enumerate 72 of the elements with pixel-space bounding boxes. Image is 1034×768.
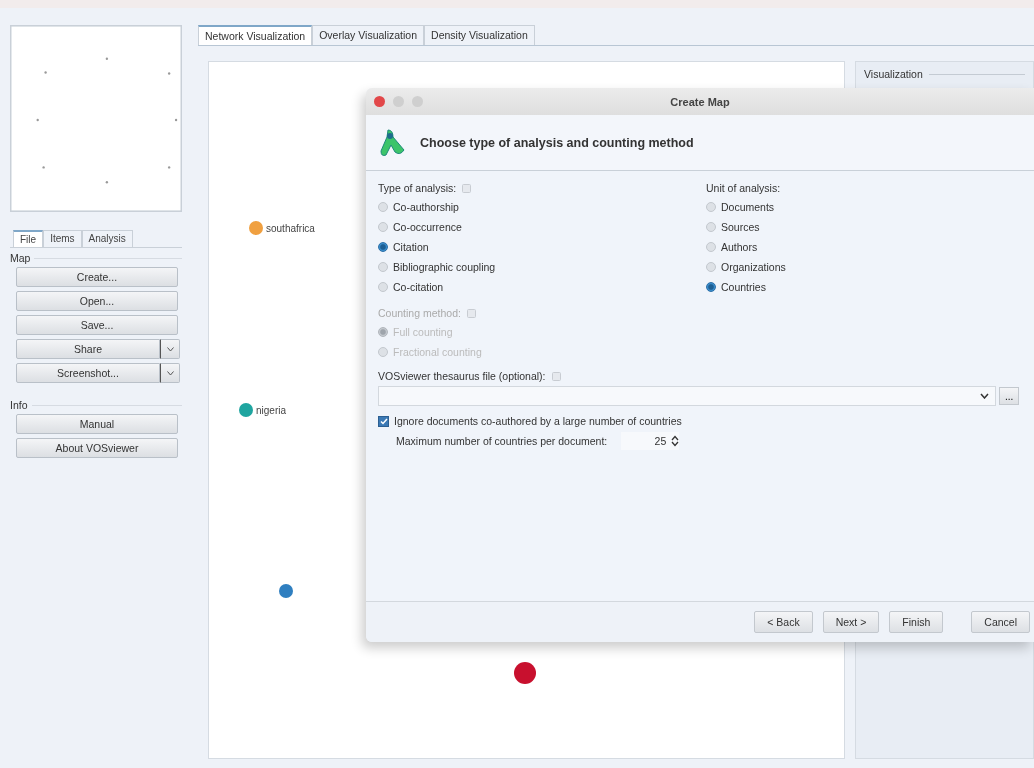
node-label: southafrica	[266, 222, 315, 234]
stepper-icon[interactable]	[671, 435, 680, 447]
dialog-heading: Choose type of analysis and counting method	[420, 135, 694, 150]
radio-button[interactable]	[378, 262, 388, 272]
radio-option[interactable]: Organizations	[706, 257, 1034, 277]
panel-title: Visualization	[864, 68, 923, 80]
help-icon[interactable]	[551, 371, 561, 381]
radio-option[interactable]: Sources	[706, 217, 1034, 237]
wizard-button[interactable]: < Back	[754, 611, 813, 633]
node-dot[interactable]	[249, 221, 263, 235]
radio-option[interactable]: Co-citation	[378, 277, 706, 297]
sidebar-button[interactable]: Save...	[16, 315, 178, 335]
caret-icon	[166, 346, 174, 352]
map-overview[interactable]	[10, 25, 182, 212]
radio-button[interactable]	[378, 282, 388, 292]
network-logo-icon	[378, 127, 406, 158]
radio-option[interactable]: Co-occurrence	[378, 217, 706, 237]
sidebar-button[interactable]: Screenshot...	[16, 363, 160, 383]
radio-option[interactable]: Documents	[706, 197, 1034, 217]
wizard-button[interactable]: Next >	[822, 611, 880, 633]
view-tab[interactable]: Overlay Visualization	[312, 25, 425, 45]
radio-option[interactable]: Co-authorship	[378, 197, 706, 217]
sidebar-button[interactable]: Manual	[16, 414, 178, 434]
radio-button[interactable]	[378, 202, 388, 212]
radio-button[interactable]	[378, 222, 388, 232]
radio-button[interactable]	[706, 282, 716, 292]
sidebar-tab[interactable]: File	[13, 230, 44, 247]
checkbox[interactable]	[378, 415, 389, 427]
radio-option[interactable]: Countries	[706, 277, 1034, 297]
section-title: Info	[10, 399, 28, 411]
sidebar-button[interactable]: Open...	[16, 291, 178, 311]
number-spinner[interactable]: 25	[621, 432, 680, 450]
dropdown-button[interactable]	[160, 363, 180, 383]
radio-option[interactable]: Authors	[706, 237, 1034, 257]
sidebar-tab[interactable]: Items	[43, 230, 82, 247]
sidebar-button[interactable]: Share	[16, 339, 160, 359]
dropdown-button[interactable]	[160, 339, 180, 359]
view-tab[interactable]: Density Visualization	[424, 25, 535, 45]
radio-button[interactable]	[706, 222, 716, 232]
close-icon[interactable]	[374, 96, 385, 107]
radio-option[interactable]: Citation	[378, 237, 706, 257]
radio-button[interactable]	[706, 202, 716, 212]
section-title: Map	[10, 252, 31, 264]
node-dot[interactable]	[239, 403, 253, 417]
browse-button[interactable]: ...	[999, 387, 1020, 405]
wizard-button[interactable]: Finish	[889, 611, 944, 633]
radio-option[interactable]: Bibliographic coupling	[378, 257, 706, 277]
field-label: VOSviewer thesaurus file (optional):	[378, 370, 546, 382]
maximize-icon[interactable]	[412, 96, 423, 107]
group-label: Type of analysis:	[378, 182, 457, 194]
ignore-checkbox-option[interactable]: Ignore documents co-authored by a large number of countries	[378, 415, 1034, 427]
cancel-button[interactable]: Cancel	[971, 611, 1030, 633]
node-dot[interactable]	[514, 662, 536, 684]
help-icon[interactable]	[466, 308, 476, 318]
field-label: Maximum number of countries per document:	[396, 435, 608, 447]
check-icon	[379, 417, 388, 425]
radio-button[interactable]	[706, 242, 716, 252]
node-dot[interactable]	[279, 584, 293, 598]
caret-icon	[166, 370, 174, 376]
radio-button[interactable]	[706, 262, 716, 272]
window-title: Create Map	[670, 95, 730, 108]
sidebar-tab[interactable]: Analysis	[81, 230, 133, 247]
chevron-icon[interactable]	[980, 393, 989, 399]
sidebar-button[interactable]: About VOSviewer	[16, 438, 178, 458]
view-tab[interactable]: Network Visualization	[198, 25, 313, 45]
sidebar-button[interactable]: Create...	[16, 267, 178, 287]
help-icon[interactable]	[462, 183, 472, 193]
radio-button[interactable]	[378, 242, 388, 252]
group-label: Counting method:	[378, 307, 461, 319]
node-label: nigeria	[256, 404, 287, 416]
group-label: Unit of analysis:	[706, 182, 781, 194]
minimize-icon[interactable]	[393, 96, 404, 107]
